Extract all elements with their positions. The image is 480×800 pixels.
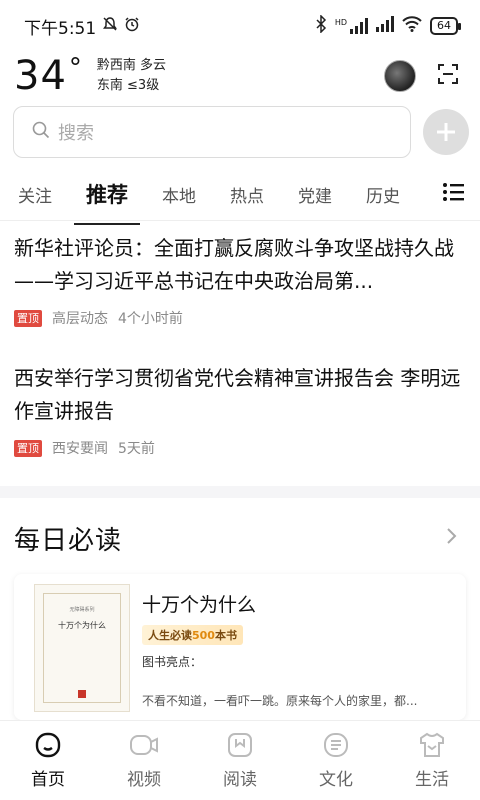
section-separator — [0, 486, 480, 498]
news-meta: 置顶 西安要闻 5天前 — [14, 438, 466, 458]
book-name: 十万个为什么 — [142, 594, 257, 616]
search-placeholder: 搜索 — [58, 123, 94, 144]
book-icon — [228, 733, 252, 757]
tab-local[interactable]: 本地 — [162, 182, 196, 207]
temperature-value: 34 — [14, 53, 67, 99]
book-tag-suffix: 本书 — [214, 629, 237, 642]
cover-seal — [78, 690, 86, 698]
weather-details[interactable]: 黔西南 多云 东南 ≤3级 — [97, 56, 166, 96]
book-tag: 人生必读500本书 — [142, 625, 243, 645]
bluetooth-icon — [315, 14, 327, 37]
wifi-icon — [402, 16, 422, 36]
nav-label: 首页 — [31, 770, 65, 790]
temperature[interactable]: 34° — [14, 53, 83, 99]
daily-title: 每日必读 — [14, 525, 123, 556]
weather-wind: 东南 ≤3级 — [96, 78, 160, 93]
book-description: 不看不知道，一看吓一跳。原来每个人的家里，都... — [142, 694, 418, 708]
news-title[interactable]: 西安举行学习贯彻省党代会精神宣讲报告会 李明远作宣讲报告 — [14, 362, 466, 428]
nav-culture[interactable]: 文化 — [296, 731, 376, 790]
mute-icon — [102, 16, 118, 37]
scan-icon[interactable] — [436, 62, 460, 90]
news-source: 高层动态 — [52, 311, 108, 327]
channel-menu-icon[interactable] — [442, 180, 466, 208]
nav-read[interactable]: 阅读 — [200, 731, 280, 790]
signal-icon — [376, 16, 394, 36]
nav-life[interactable]: 生活 — [392, 731, 472, 790]
status-time: 下午5:51 — [24, 18, 97, 39]
alarm-icon — [124, 16, 140, 37]
status-bar: 下午5:51 HD 64 — [0, 0, 480, 52]
tab-follow[interactable]: 关注 — [18, 182, 52, 207]
nav-label: 阅读 — [223, 770, 257, 790]
shirt-icon — [420, 732, 444, 757]
daily-header: 每日必读 — [14, 512, 458, 564]
book-tag-prefix: 人生必读 — [148, 629, 192, 642]
news-item[interactable]: 西安举行学习贯彻省党代会精神宣讲报告会 李明远作宣讲报告 置顶 西安要闻 5天前 — [14, 362, 466, 458]
search-row: 搜索 — [13, 106, 469, 158]
chevron-right-icon[interactable] — [446, 526, 458, 550]
tabs-divider — [0, 220, 480, 221]
nav-video[interactable]: 视频 — [104, 731, 184, 790]
book-tag-number: 500 — [192, 629, 215, 642]
signal-hd-icon: HD — [335, 18, 368, 34]
cover-series: 无障碍系列 — [69, 607, 95, 613]
battery-indicator: 64 — [430, 17, 461, 35]
nav-label: 视频 — [127, 770, 161, 790]
weather-location-condition: 黔西南 多云 — [96, 58, 167, 73]
plus-icon — [437, 123, 455, 141]
search-icon — [32, 121, 50, 144]
nav-home[interactable]: 首页 — [8, 731, 88, 790]
weather-header: 34° 黔西南 多云 东南 ≤3级 — [14, 52, 460, 100]
avatar[interactable] — [384, 60, 416, 92]
news-time: 5天前 — [118, 441, 155, 457]
news-source: 西安要闻 — [52, 441, 108, 457]
scroll-icon — [324, 733, 348, 757]
book-cover-image[interactable]: 无障碍系列 十万个为什么 — [34, 584, 130, 712]
home-icon — [35, 732, 61, 758]
news-meta: 置顶 高层动态 4个小时前 — [14, 308, 466, 328]
add-button[interactable] — [423, 109, 469, 155]
news-time: 4个小时前 — [118, 311, 183, 327]
book-card[interactable]: 无障碍系列 十万个为什么 十万个为什么 人生必读500本书 图书亮点： 不看不知… — [14, 574, 466, 720]
pinned-badge: 置顶 — [14, 309, 42, 327]
tab-party[interactable]: 党建 — [298, 182, 332, 207]
pinned-badge: 置顶 — [14, 439, 42, 457]
channel-tabs: 关注 推荐 本地 热点 党建 历史 — [0, 168, 480, 225]
tab-history[interactable]: 历史 — [366, 182, 400, 207]
bottom-nav: 首页 视频 阅读 文化 生活 — [0, 720, 480, 800]
nav-label: 生活 — [415, 770, 449, 790]
tab-hot[interactable]: 热点 — [230, 182, 264, 207]
news-item[interactable]: 新华社评论员：全面打赢反腐败斗争攻坚战持久战——学习习近平总书记在中央政治局第.… — [14, 232, 466, 328]
nav-label: 文化 — [319, 770, 353, 790]
search-input[interactable]: 搜索 — [13, 106, 411, 158]
video-icon — [130, 735, 158, 755]
news-title[interactable]: 新华社评论员：全面打赢反腐败斗争攻坚战持久战——学习习近平总书记在中央政治局第.… — [14, 232, 466, 298]
book-highlight-label: 图书亮点： — [142, 655, 203, 669]
cover-title: 十万个为什么 — [58, 621, 106, 630]
tab-recommend[interactable]: 推荐 — [74, 179, 140, 225]
temperature-unit: ° — [68, 53, 83, 83]
hd-label: HD — [334, 18, 347, 27]
